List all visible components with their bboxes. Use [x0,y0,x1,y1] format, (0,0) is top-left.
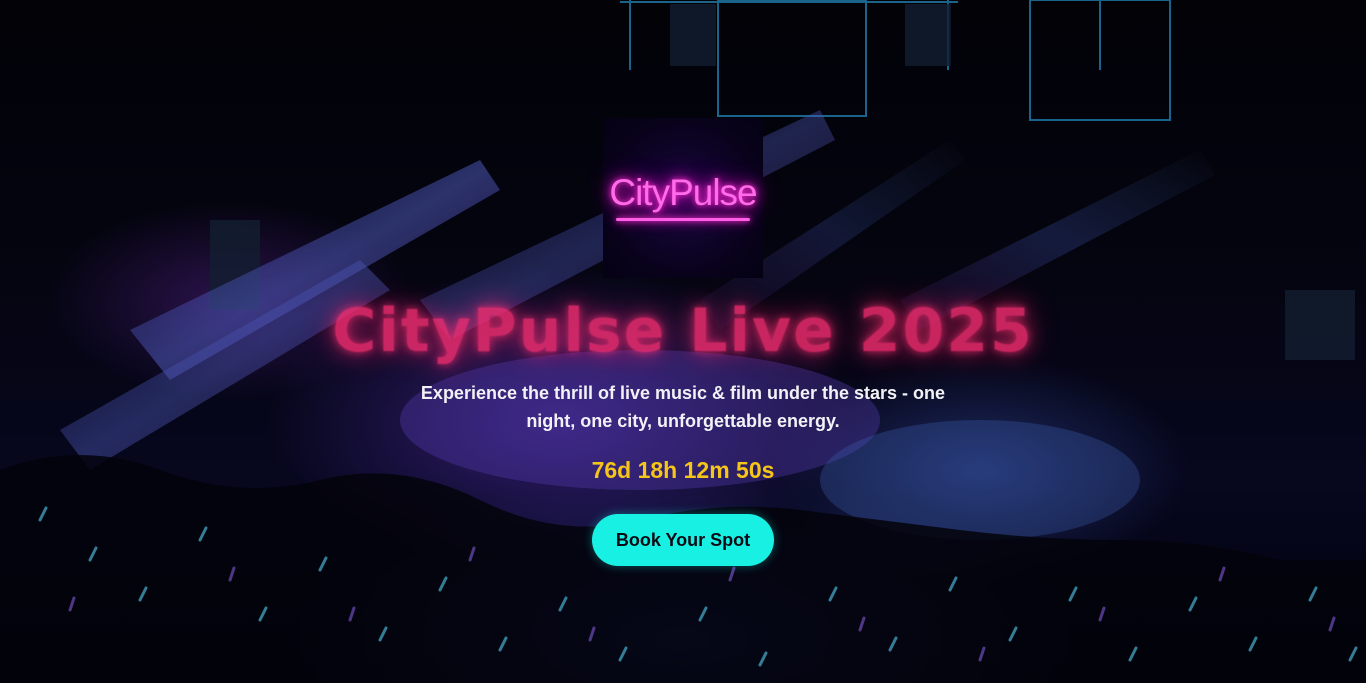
citypulse-logo: CityPulse [603,118,763,278]
hero-content: CityPulse CityPulse Live 2025 Experience… [0,0,1366,683]
hero-subtitle: Experience the thrill of live music & fi… [420,383,946,431]
logo-underline [616,217,750,221]
hero-title: CityPulse Live 2025 [332,296,1034,366]
event-countdown: 76d 18h 12m 50s [591,457,775,483]
hero-section: CityPulse CityPulse Live 2025 Experience… [0,0,1366,683]
book-your-spot-button[interactable]: Book Your Spot [592,514,774,566]
logo-text: CityPulse [609,171,757,213]
